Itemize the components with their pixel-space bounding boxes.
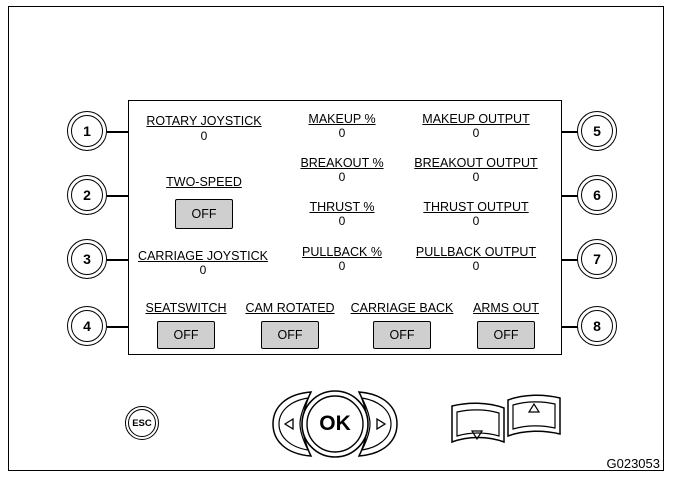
pullback-output-label: PULLBACK OUTPUT <box>415 245 537 259</box>
makeup-percent-value: 0 <box>338 126 346 140</box>
seatswitch-label: SEATSWITCH <box>145 301 227 315</box>
breakout-percent-value: 0 <box>338 170 346 184</box>
side-button-4-label: 4 <box>71 310 103 342</box>
carriage-back-toggle[interactable]: OFF <box>373 321 431 349</box>
thrust-percent-label: THRUST % <box>309 200 375 214</box>
thrust-output-label: THRUST OUTPUT <box>423 200 529 214</box>
breakout-output-label: BREAKOUT OUTPUT <box>414 156 538 170</box>
cam-rotated-toggle[interactable]: OFF <box>261 321 319 349</box>
makeup-percent-label: MAKEUP % <box>308 112 376 126</box>
two-speed-toggle[interactable]: OFF <box>175 199 233 229</box>
breakout-percent-label: BREAKOUT % <box>300 156 384 170</box>
connector-line-2 <box>107 195 129 197</box>
makeup-output-value: 0 <box>472 126 480 140</box>
side-button-1[interactable]: 1 <box>67 111 107 151</box>
down-arrow-button[interactable] <box>451 402 505 444</box>
connector-line-4 <box>107 326 129 328</box>
side-button-7-label: 7 <box>581 243 613 275</box>
side-button-2-label: 2 <box>71 179 103 211</box>
side-button-1-label: 1 <box>71 115 103 147</box>
cam-rotated-label: CAM ROTATED <box>245 301 335 315</box>
side-button-6[interactable]: 6 <box>577 175 617 215</box>
rotary-joystick-value: 0 <box>200 129 208 143</box>
pullback-percent-value: 0 <box>338 259 346 273</box>
side-button-5-label: 5 <box>581 115 613 147</box>
connector-line-3 <box>107 259 129 261</box>
two-speed-label: TWO-SPEED <box>166 175 242 189</box>
up-down-keys <box>451 394 561 444</box>
pullback-output-value: 0 <box>472 259 480 273</box>
side-button-5[interactable]: 5 <box>577 111 617 151</box>
thrust-output-value: 0 <box>472 214 480 228</box>
carriage-joystick-label: CARRIAGE JOYSTICK <box>138 249 268 263</box>
side-button-7[interactable]: 7 <box>577 239 617 279</box>
esc-button[interactable]: ESC <box>125 406 159 440</box>
carriage-back-label: CARRIAGE BACK <box>350 301 454 315</box>
seatswitch-toggle[interactable]: OFF <box>157 321 215 349</box>
makeup-output-label: MAKEUP OUTPUT <box>422 112 530 126</box>
side-button-3-label: 3 <box>71 243 103 275</box>
carriage-joystick-value: 0 <box>199 263 207 277</box>
rotary-joystick-label: ROTARY JOYSTICK <box>146 114 262 128</box>
esc-button-label: ESC <box>128 409 156 437</box>
pullback-percent-label: PULLBACK % <box>302 245 382 259</box>
side-button-8-label: 8 <box>581 310 613 342</box>
arms-out-toggle[interactable]: OFF <box>477 321 535 349</box>
side-button-4[interactable]: 4 <box>67 306 107 346</box>
figure-code: G023053 <box>606 456 661 471</box>
side-button-6-label: 6 <box>581 179 613 211</box>
breakout-output-value: 0 <box>472 170 480 184</box>
side-button-8[interactable]: 8 <box>577 306 617 346</box>
side-button-2[interactable]: 2 <box>67 175 107 215</box>
ok-button-label: OK <box>319 412 351 435</box>
side-button-3[interactable]: 3 <box>67 239 107 279</box>
display-screen: ROTARY JOYSTICK 0 TWO-SPEED OFF CARRIAGE… <box>128 100 562 355</box>
thrust-percent-value: 0 <box>338 214 346 228</box>
connector-line-1 <box>107 131 129 133</box>
arms-out-label: ARMS OUT <box>473 301 539 315</box>
up-arrow-button[interactable] <box>507 394 561 438</box>
